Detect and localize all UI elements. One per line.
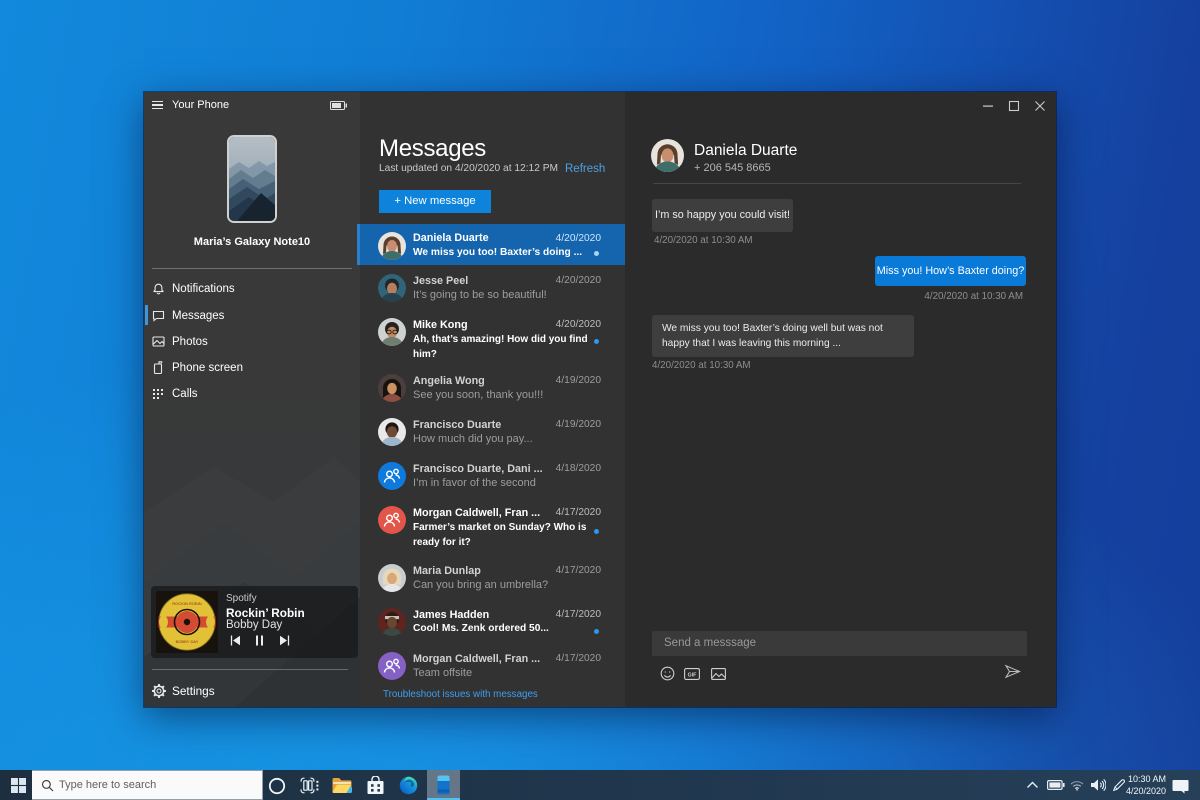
svg-text:BOBBY DAY: BOBBY DAY [176,639,199,644]
svg-text:ROCKIN ROBIN: ROCKIN ROBIN [172,601,201,606]
svg-text:GIF: GIF [688,673,697,679]
